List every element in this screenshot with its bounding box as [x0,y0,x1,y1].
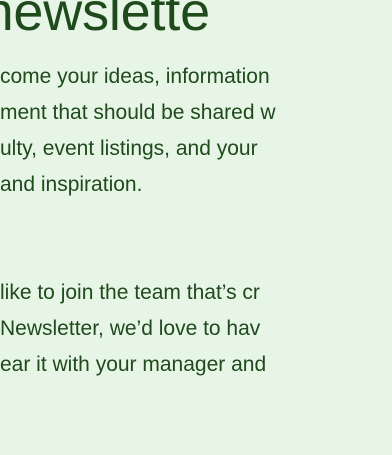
join-line: like to join the team that’s cr [0,281,260,304]
join-line: Newsletter, we’d love to hav [0,317,261,340]
join-line: ear it with your manager and [0,353,267,376]
newsletter-heading: s newslette [0,0,210,42]
newsletter-content-area: s newslette come your ideas, information… [0,0,392,455]
intro-paragraph: come your ideas, information ment that s… [0,59,276,203]
intro-line: ulty, event listings, and your [0,137,258,160]
join-team-paragraph: like to join the team that’s cr Newslett… [0,275,266,383]
intro-line: ment that should be shared w [0,101,276,124]
intro-line: and inspiration. [0,173,143,196]
intro-line: come your ideas, information [0,65,270,88]
